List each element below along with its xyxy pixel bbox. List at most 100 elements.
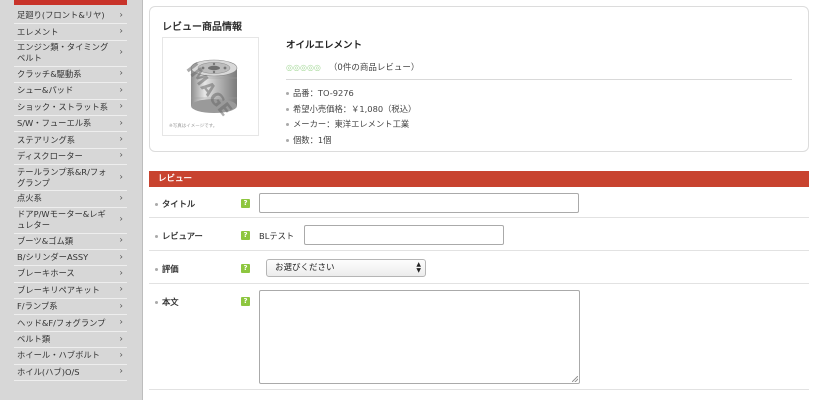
oil-filter-image: IMAGE xyxy=(182,59,238,120)
sidebar-item-label: ステアリング系 xyxy=(17,134,76,145)
sidebar-category-item[interactable]: ステアリング系 › xyxy=(14,132,127,149)
rating-select-value: お選びください xyxy=(275,263,335,273)
chevron-right-icon: › xyxy=(119,150,123,161)
sidebar-category-item[interactable]: ディスクローター › xyxy=(14,149,127,166)
sidebar-item-label: エンジン類・タイミングベルト xyxy=(17,42,109,64)
reviewer-label: レビュアー xyxy=(155,230,203,242)
rating-label: 評価 xyxy=(155,263,179,275)
bullet-icon xyxy=(286,107,289,111)
chevron-right-icon: › xyxy=(119,366,123,377)
spec-text: 個数：1個 xyxy=(293,134,332,145)
review-section-header: レビュー xyxy=(149,171,809,187)
sidebar-item-label: テールランプ系&R/フォグランプ xyxy=(17,166,107,188)
sidebar-category-item[interactable]: ホイル(ハブ)O/S › xyxy=(14,365,127,382)
chevron-right-icon: › xyxy=(119,134,123,145)
chevron-right-icon: › xyxy=(119,172,123,183)
sidebar-category-item[interactable]: ショック・ストラット系 › xyxy=(14,100,127,116)
spec-quantity: 個数：1個 xyxy=(286,133,792,149)
sidebar-category-item[interactable]: シュー&パッド › xyxy=(14,83,127,100)
chevron-right-icon: › xyxy=(119,101,123,112)
body-textarea[interactable] xyxy=(259,290,580,384)
spec-maker: メーカー：東洋エレメント工業 xyxy=(286,117,792,133)
spec-price: 希望小売価格：￥1,080（税込） xyxy=(286,102,792,118)
body-help-icon[interactable]: ? xyxy=(241,297,250,306)
spec-text: メーカー：東洋エレメント工業 xyxy=(293,119,410,129)
resize-grip-icon[interactable] xyxy=(572,376,578,382)
chevron-right-icon: › xyxy=(119,85,123,96)
sidebar-category-item[interactable]: 点火系 › xyxy=(14,191,127,208)
select-arrows-icon: ▲ ▼ xyxy=(416,261,421,274)
sidebar-category-item[interactable]: ヘッド&F/フォグランプ › xyxy=(14,315,127,332)
product-image: IMAGE ※写真はイメージです。 xyxy=(162,37,259,136)
rating-row: 評価 ? お選びください ▲ ▼ xyxy=(149,251,809,284)
category-list: 足廻り(フロント&リヤ) › エレメント › エンジン類・タイミングベルト › クラッチ&駆… xyxy=(14,8,127,382)
sidebar-item-label: ヘッド&F/フォグランプ xyxy=(17,317,106,328)
chevron-right-icon: › xyxy=(119,10,123,21)
chevron-right-icon: › xyxy=(119,284,123,295)
title-help-icon[interactable]: ? xyxy=(241,199,250,208)
chevron-right-icon: › xyxy=(119,350,123,361)
sidebar-item-label: ベルト類 xyxy=(17,334,51,345)
chevron-right-icon: › xyxy=(119,334,123,345)
product-rating: ◎◎◎◎◎ （0件の商品レビュー） xyxy=(286,61,792,74)
spec-text: 希望小売価格：￥1,080（税込） xyxy=(293,103,417,114)
sidebar-item-label: クラッチ&駆動系 xyxy=(17,68,82,79)
reviewer-input[interactable] xyxy=(304,225,504,245)
review-count: （0件の商品レビュー） xyxy=(328,63,420,73)
product-name: オイルエレメント xyxy=(286,40,363,51)
body-label: 本文 xyxy=(155,296,179,308)
chevron-right-icon: › xyxy=(119,235,123,246)
bullet-icon xyxy=(286,123,289,126)
chevron-right-icon: › xyxy=(119,214,123,225)
sidebar-category-item[interactable]: 足廻り(フロント&リヤ) › xyxy=(14,8,127,25)
label-text: 評価 xyxy=(162,264,179,274)
rating-select[interactable]: お選びください ▲ ▼ xyxy=(266,259,426,277)
sidebar-category-item[interactable]: ホイール・ハブボルト › xyxy=(14,348,127,365)
rating-stars-icon: ◎◎◎◎◎ xyxy=(286,62,321,72)
product-info-box: レビュー商品情報 IMAGE ※写真はイメージです。 オイルエレメント ◎◎◎◎… xyxy=(149,6,809,152)
reviewer-help-icon[interactable]: ? xyxy=(241,231,250,240)
sidebar-item-label: 足廻り(フロント&リヤ) xyxy=(17,10,105,21)
sidebar-category-item[interactable]: ブレーキリペアキット › xyxy=(14,283,127,300)
product-section-title: レビュー商品情報 xyxy=(162,22,242,33)
title-input[interactable] xyxy=(259,193,579,213)
spec-part-number: 品番：TO-9276 xyxy=(286,86,792,102)
title-row: タイトル ? xyxy=(149,188,809,218)
sidebar-category-item[interactable]: ブレーキホース › xyxy=(14,266,127,283)
chevron-right-icon: › xyxy=(119,68,123,79)
chevron-right-icon: › xyxy=(119,301,123,312)
sidebar-item-label: エレメント xyxy=(17,26,59,37)
sidebar-item-label: F/ランプ系 xyxy=(17,301,58,312)
sidebar-category-item[interactable]: エレメント › xyxy=(14,24,127,41)
sidebar-category-item[interactable]: ベルト類 › xyxy=(14,332,127,349)
sidebar-category-item[interactable]: B/シリンダーASSY › xyxy=(14,250,127,267)
reviewer-prefix: BLテスト xyxy=(259,231,295,241)
sidebar-item-label: ブレーキホース xyxy=(17,268,75,279)
sidebar-category-item[interactable]: クラッチ&駆動系 › xyxy=(14,67,127,84)
sidebar-category-item[interactable]: ドアP/Wモーター&レギュレター › xyxy=(14,208,127,234)
sidebar-item-label: B/シリンダーASSY xyxy=(17,252,89,263)
body-row: 本文 ? xyxy=(149,284,809,390)
rating-help-icon[interactable]: ? xyxy=(241,264,250,273)
sidebar-category-item[interactable]: S/W・フューエル系 › xyxy=(14,116,127,133)
sidebar-item-label: ホイル(ハブ)O/S xyxy=(17,366,80,377)
chevron-right-icon: › xyxy=(119,252,123,263)
sidebar-category-item[interactable]: ブーツ&ゴム類 › xyxy=(14,234,127,250)
chevron-right-icon: › xyxy=(119,268,123,279)
sidebar-category-item[interactable]: テールランプ系&R/フォグランプ › xyxy=(14,165,127,192)
sidebar-item-label: ショック・ストラット系 xyxy=(17,101,109,112)
sidebar-category-item[interactable]: F/ランプ系 › xyxy=(14,299,127,316)
title-label: タイトル xyxy=(155,198,195,210)
spec-text: 品番：TO-9276 xyxy=(293,88,354,98)
bullet-icon xyxy=(155,234,158,238)
sidebar-item-label: ブーツ&ゴム類 xyxy=(17,235,74,246)
bullet-icon xyxy=(286,92,289,95)
reviewer-row: レビュアー ? BLテスト xyxy=(149,218,809,251)
chevron-right-icon: › xyxy=(119,118,123,129)
label-text: レビュアー xyxy=(162,231,203,241)
sidebar-item-label: ブレーキリペアキット xyxy=(17,284,100,295)
label-text: タイトル xyxy=(162,199,196,209)
chevron-right-icon: › xyxy=(119,193,123,204)
sidebar-category-item[interactable]: エンジン類・タイミングベルト › xyxy=(14,41,127,67)
bullet-icon xyxy=(155,202,158,206)
